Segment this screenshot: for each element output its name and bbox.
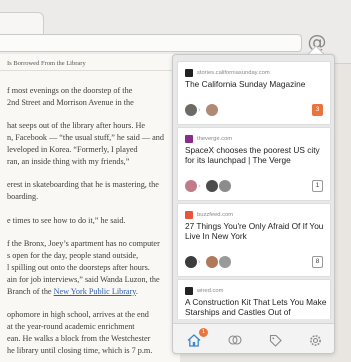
article-line: boarding.	[7, 192, 39, 202]
avatar[interactable]	[206, 256, 218, 268]
site-favicon-icon	[185, 69, 193, 77]
article-line: s open for the day, people stand outside…	[7, 251, 139, 261]
article-paragraph: ophomore in high school, arrives at the …	[7, 309, 180, 356]
card-footer: › 8	[185, 256, 323, 270]
avatar[interactable]	[219, 256, 231, 268]
article-paragraph: f the Bronx, Joey’s apartment has no com…	[7, 238, 180, 297]
gear-icon	[309, 334, 321, 346]
avatar[interactable]	[206, 104, 218, 116]
card-footer: › 3	[185, 104, 323, 118]
recommendation-feed[interactable]: stories.californiasunday.com The Californ…	[177, 61, 331, 319]
recommendation-count: 1	[312, 180, 323, 192]
avatar[interactable]	[185, 256, 197, 268]
article-page: Is Borrowed From the Library f most even…	[0, 54, 180, 362]
article-line: 2nd Street and Morrison Avenue in the	[7, 97, 134, 107]
card-title[interactable]: A Construction Kit That Lets You Make St…	[185, 297, 327, 319]
card-source: theverge.com	[185, 135, 232, 143]
article-line: .	[135, 286, 138, 296]
article-line: ain for job interviews,” said Wanda Luzo…	[7, 274, 160, 284]
article-line: at the year-round academic enrichment	[7, 321, 135, 331]
friends-icon	[228, 335, 242, 345]
friends-button[interactable]	[226, 331, 244, 349]
card-source: wired.com	[185, 287, 223, 295]
card-title[interactable]: 27 Things You're Only Afraid Of If You L…	[185, 221, 327, 241]
card-source: stories.californiasunday.com	[185, 69, 270, 77]
article-body: f most evenings on the doorstep of the 2n…	[7, 85, 180, 362]
article-paragraph: e times to see how to do it,” he said.	[7, 215, 180, 227]
source-domain: stories.californiasunday.com	[197, 70, 270, 76]
recommendation-card[interactable]: theverge.com SpaceX chooses the poorest U…	[177, 127, 331, 201]
recommendation-card[interactable]: wired.com A Construction Kit That Lets Yo…	[177, 279, 331, 319]
article-line: l spilling out onto the doorsteps after …	[7, 262, 150, 272]
address-bar[interactable]	[0, 34, 302, 52]
avatar[interactable]	[206, 180, 218, 192]
article-paragraph: f most evenings on the doorstep of the 2n…	[7, 85, 180, 109]
divider	[0, 70, 180, 71]
browser-tab[interactable]	[0, 12, 44, 34]
share-arrow-icon: ›	[198, 182, 201, 190]
settings-button[interactable]	[306, 331, 324, 349]
avatar[interactable]	[185, 180, 197, 192]
article-line: hat seeps out of the library after hours…	[7, 121, 146, 131]
tag-icon	[269, 334, 282, 347]
article-kicker: Is Borrowed From the Library	[7, 60, 86, 67]
article-line: erest in skateboarding that he is master…	[7, 180, 159, 190]
card-title[interactable]: SpaceX chooses the poorest US city for i…	[185, 145, 327, 165]
avatar[interactable]	[219, 180, 231, 192]
article-line: Branch of the	[7, 286, 54, 296]
article-paragraph: erest in skateboarding that he is master…	[7, 179, 180, 203]
site-favicon-icon	[185, 135, 193, 143]
recommendation-count: 3	[312, 104, 323, 116]
home-icon	[187, 333, 201, 347]
site-favicon-icon	[185, 211, 193, 219]
article-line: f most evenings on the doorstep of the	[7, 86, 133, 95]
card-footer: › 1	[185, 180, 323, 194]
tags-button[interactable]	[266, 331, 284, 349]
share-arrow-icon: ›	[198, 106, 201, 114]
article-line: ean. He walks a block from the Westchest…	[7, 333, 151, 343]
article-paragraph: hat seeps out of the library after hours…	[7, 120, 180, 167]
popup-toolbar: 1	[173, 323, 334, 353]
library-link[interactable]: New York Public Library	[54, 287, 136, 296]
article-line: leveloped in Korea. “Formerly, I played	[7, 144, 138, 154]
card-title[interactable]: The California Sunday Magazine	[185, 79, 327, 89]
recommendation-card[interactable]: buzzfeed.com 27 Things You're Only Afraid…	[177, 203, 331, 277]
share-arrow-icon: ›	[198, 258, 201, 266]
article-line: ran, an inside thing with my friends,”	[7, 156, 130, 166]
recommendation-count: 8	[312, 256, 323, 268]
article-line: n, Facebook — “the usual stuff,” he said…	[7, 133, 164, 143]
home-notification-badge: 1	[199, 328, 208, 337]
article-line: e times to see how to do it,” he said.	[7, 215, 126, 225]
source-domain: buzzfeed.com	[197, 212, 234, 218]
site-favicon-icon	[185, 287, 193, 295]
source-domain: theverge.com	[197, 136, 233, 142]
pocket-popup: stories.californiasunday.com The Californ…	[172, 54, 335, 354]
article-line: f the Bronx, Joey’s apartment has no com…	[7, 239, 160, 249]
article-line: ophomore in high school, arrives at the …	[7, 310, 149, 320]
avatar[interactable]	[185, 104, 197, 116]
card-source: buzzfeed.com	[185, 211, 233, 219]
source-domain: wired.com	[197, 288, 224, 294]
recommendation-card[interactable]: stories.californiasunday.com The Californ…	[177, 61, 331, 125]
article-line: he library until closing time, which is …	[7, 345, 153, 355]
